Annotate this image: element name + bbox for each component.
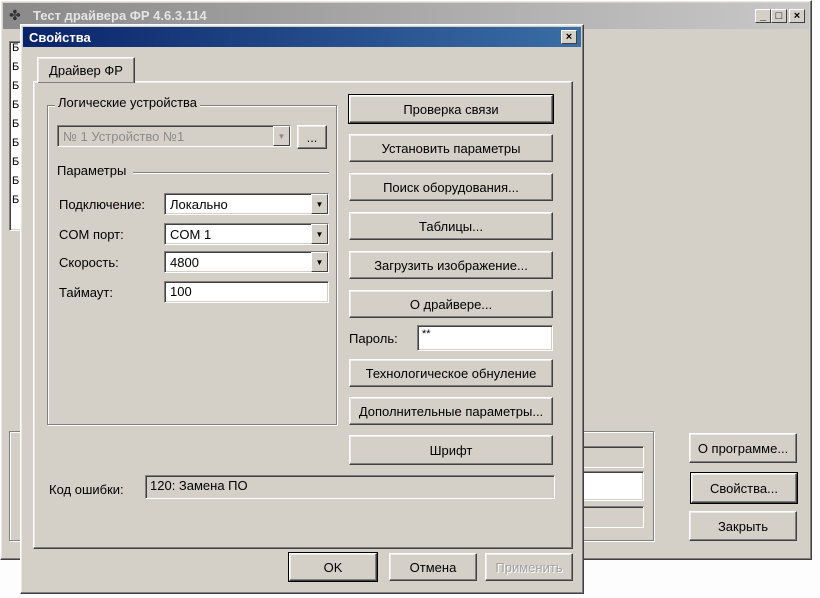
about-driver-button[interactable]: О драйвере... bbox=[349, 290, 553, 318]
com-port-label: COM порт: bbox=[59, 227, 124, 242]
timeout-input[interactable]: 100 bbox=[164, 281, 329, 303]
tab-driver-fr[interactable]: Драйвер ФР bbox=[37, 57, 135, 83]
speed-value: 4800 bbox=[170, 254, 199, 270]
error-code-label: Код ошибки: bbox=[49, 482, 124, 497]
maximize-button[interactable]: □ bbox=[771, 9, 787, 23]
com-port-value: COM 1 bbox=[170, 226, 212, 242]
about-program-button[interactable]: О программе... bbox=[689, 433, 797, 463]
tables-button[interactable]: Таблицы... bbox=[349, 212, 553, 240]
connection-select[interactable]: Локально ▼ bbox=[164, 193, 329, 215]
font-button[interactable]: Шрифт bbox=[349, 435, 553, 465]
timeout-label: Таймаут: bbox=[59, 285, 113, 300]
ok-button[interactable]: OK bbox=[288, 552, 378, 582]
password-value: ** bbox=[422, 328, 431, 340]
device-value: № 1 Устройство №1 bbox=[63, 128, 185, 144]
close-button[interactable]: Закрыть bbox=[689, 511, 797, 541]
tech-reset-button[interactable]: Технологическое обнуление bbox=[349, 359, 553, 387]
browse-devices-button[interactable]: ... bbox=[297, 125, 327, 149]
device-select: № 1 Устройство №1 ▼ bbox=[57, 125, 291, 147]
dialog-title-bar: Свойства × bbox=[23, 27, 581, 47]
speed-label: Скорость: bbox=[59, 255, 119, 270]
password-label: Пароль: bbox=[349, 331, 398, 346]
dialog-title: Свойства bbox=[29, 30, 91, 45]
connection-label: Подключение: bbox=[59, 197, 146, 212]
minimize-icon: _ bbox=[759, 10, 767, 22]
logical-devices-label: Логические устройства bbox=[55, 95, 201, 110]
apply-button[interactable]: Применить bbox=[485, 553, 573, 581]
params-divider bbox=[133, 172, 329, 174]
main-field-2[interactable] bbox=[576, 506, 644, 528]
close-icon: × bbox=[793, 10, 801, 22]
com-port-select[interactable]: COM 1 ▼ bbox=[164, 223, 329, 245]
chevron-down-icon[interactable]: ▼ bbox=[311, 252, 328, 272]
cancel-button[interactable]: Отмена bbox=[389, 553, 477, 581]
properties-dialog: Свойства × Драйвер ФР Логические устройс… bbox=[20, 24, 584, 594]
close-icon: × bbox=[565, 31, 573, 43]
minimize-button[interactable]: _ bbox=[755, 9, 771, 23]
dialog-close-button[interactable]: × bbox=[561, 30, 577, 44]
close-window-button[interactable]: × bbox=[789, 9, 805, 23]
search-equipment-button[interactable]: Поиск оборудования... bbox=[349, 173, 553, 201]
main-field-1[interactable] bbox=[576, 471, 644, 501]
set-params-button[interactable]: Установить параметры bbox=[349, 134, 553, 162]
main-field-0[interactable] bbox=[576, 446, 644, 468]
app-icon: ✤ bbox=[9, 7, 21, 23]
maximize-icon: □ bbox=[775, 10, 783, 22]
load-image-button[interactable]: Загрузить изображение... bbox=[349, 251, 553, 279]
check-connection-button[interactable]: Проверка связи bbox=[348, 94, 554, 124]
timeout-value: 100 bbox=[170, 284, 192, 299]
tab-label: Драйвер ФР bbox=[49, 63, 123, 78]
extra-params-button[interactable]: Дополнительные параметры... bbox=[349, 397, 553, 425]
params-label: Параметры bbox=[57, 163, 127, 178]
password-input[interactable]: ** bbox=[417, 325, 553, 351]
chevron-down-icon[interactable]: ▼ bbox=[311, 194, 328, 214]
chevron-down-icon[interactable]: ▼ bbox=[311, 224, 328, 244]
properties-button[interactable]: Свойства... bbox=[690, 472, 798, 504]
error-code-value: 120: Замена ПО bbox=[150, 478, 248, 493]
speed-select[interactable]: 4800 ▼ bbox=[164, 251, 329, 273]
connection-value: Локально bbox=[170, 196, 228, 212]
error-code-field: 120: Замена ПО bbox=[145, 475, 555, 499]
chevron-down-icon: ▼ bbox=[273, 126, 290, 146]
main-window-title: Тест драйвера ФР 4.6.3.114 bbox=[33, 8, 207, 23]
